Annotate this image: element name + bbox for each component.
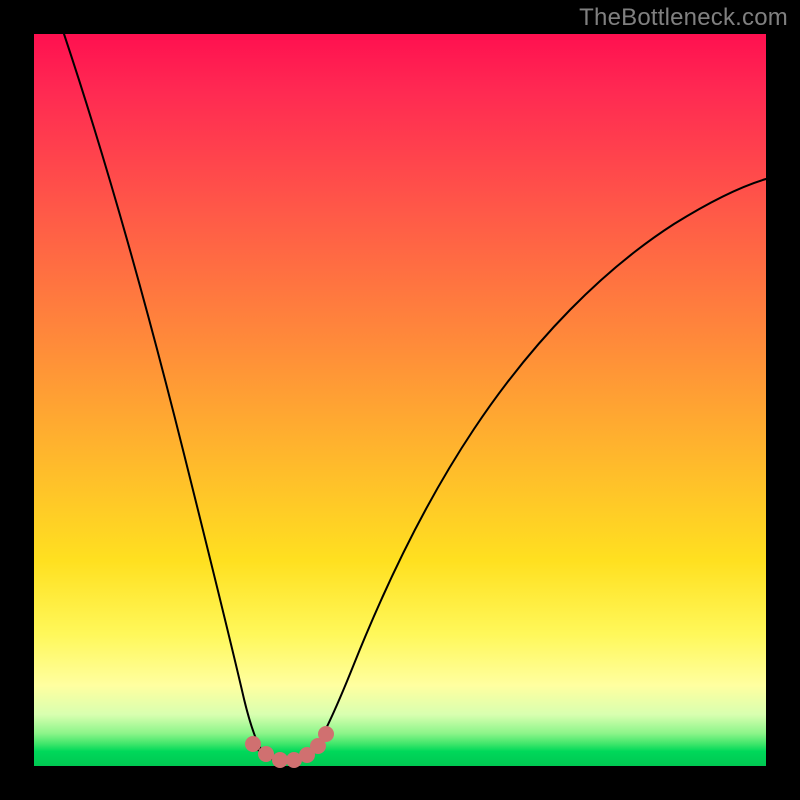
- valley-marker-dot: [245, 736, 261, 752]
- watermark-text: TheBottleneck.com: [579, 4, 788, 32]
- chart-plot-area: [34, 34, 766, 766]
- curve-left-branch: [64, 34, 266, 756]
- valley-marker-dot: [318, 726, 334, 742]
- curve-right-branch: [310, 179, 766, 756]
- chart-frame: TheBottleneck.com: [0, 0, 800, 800]
- valley-marker-dot: [258, 746, 274, 762]
- valley-marker-dot: [272, 752, 288, 768]
- chart-svg: [34, 34, 766, 766]
